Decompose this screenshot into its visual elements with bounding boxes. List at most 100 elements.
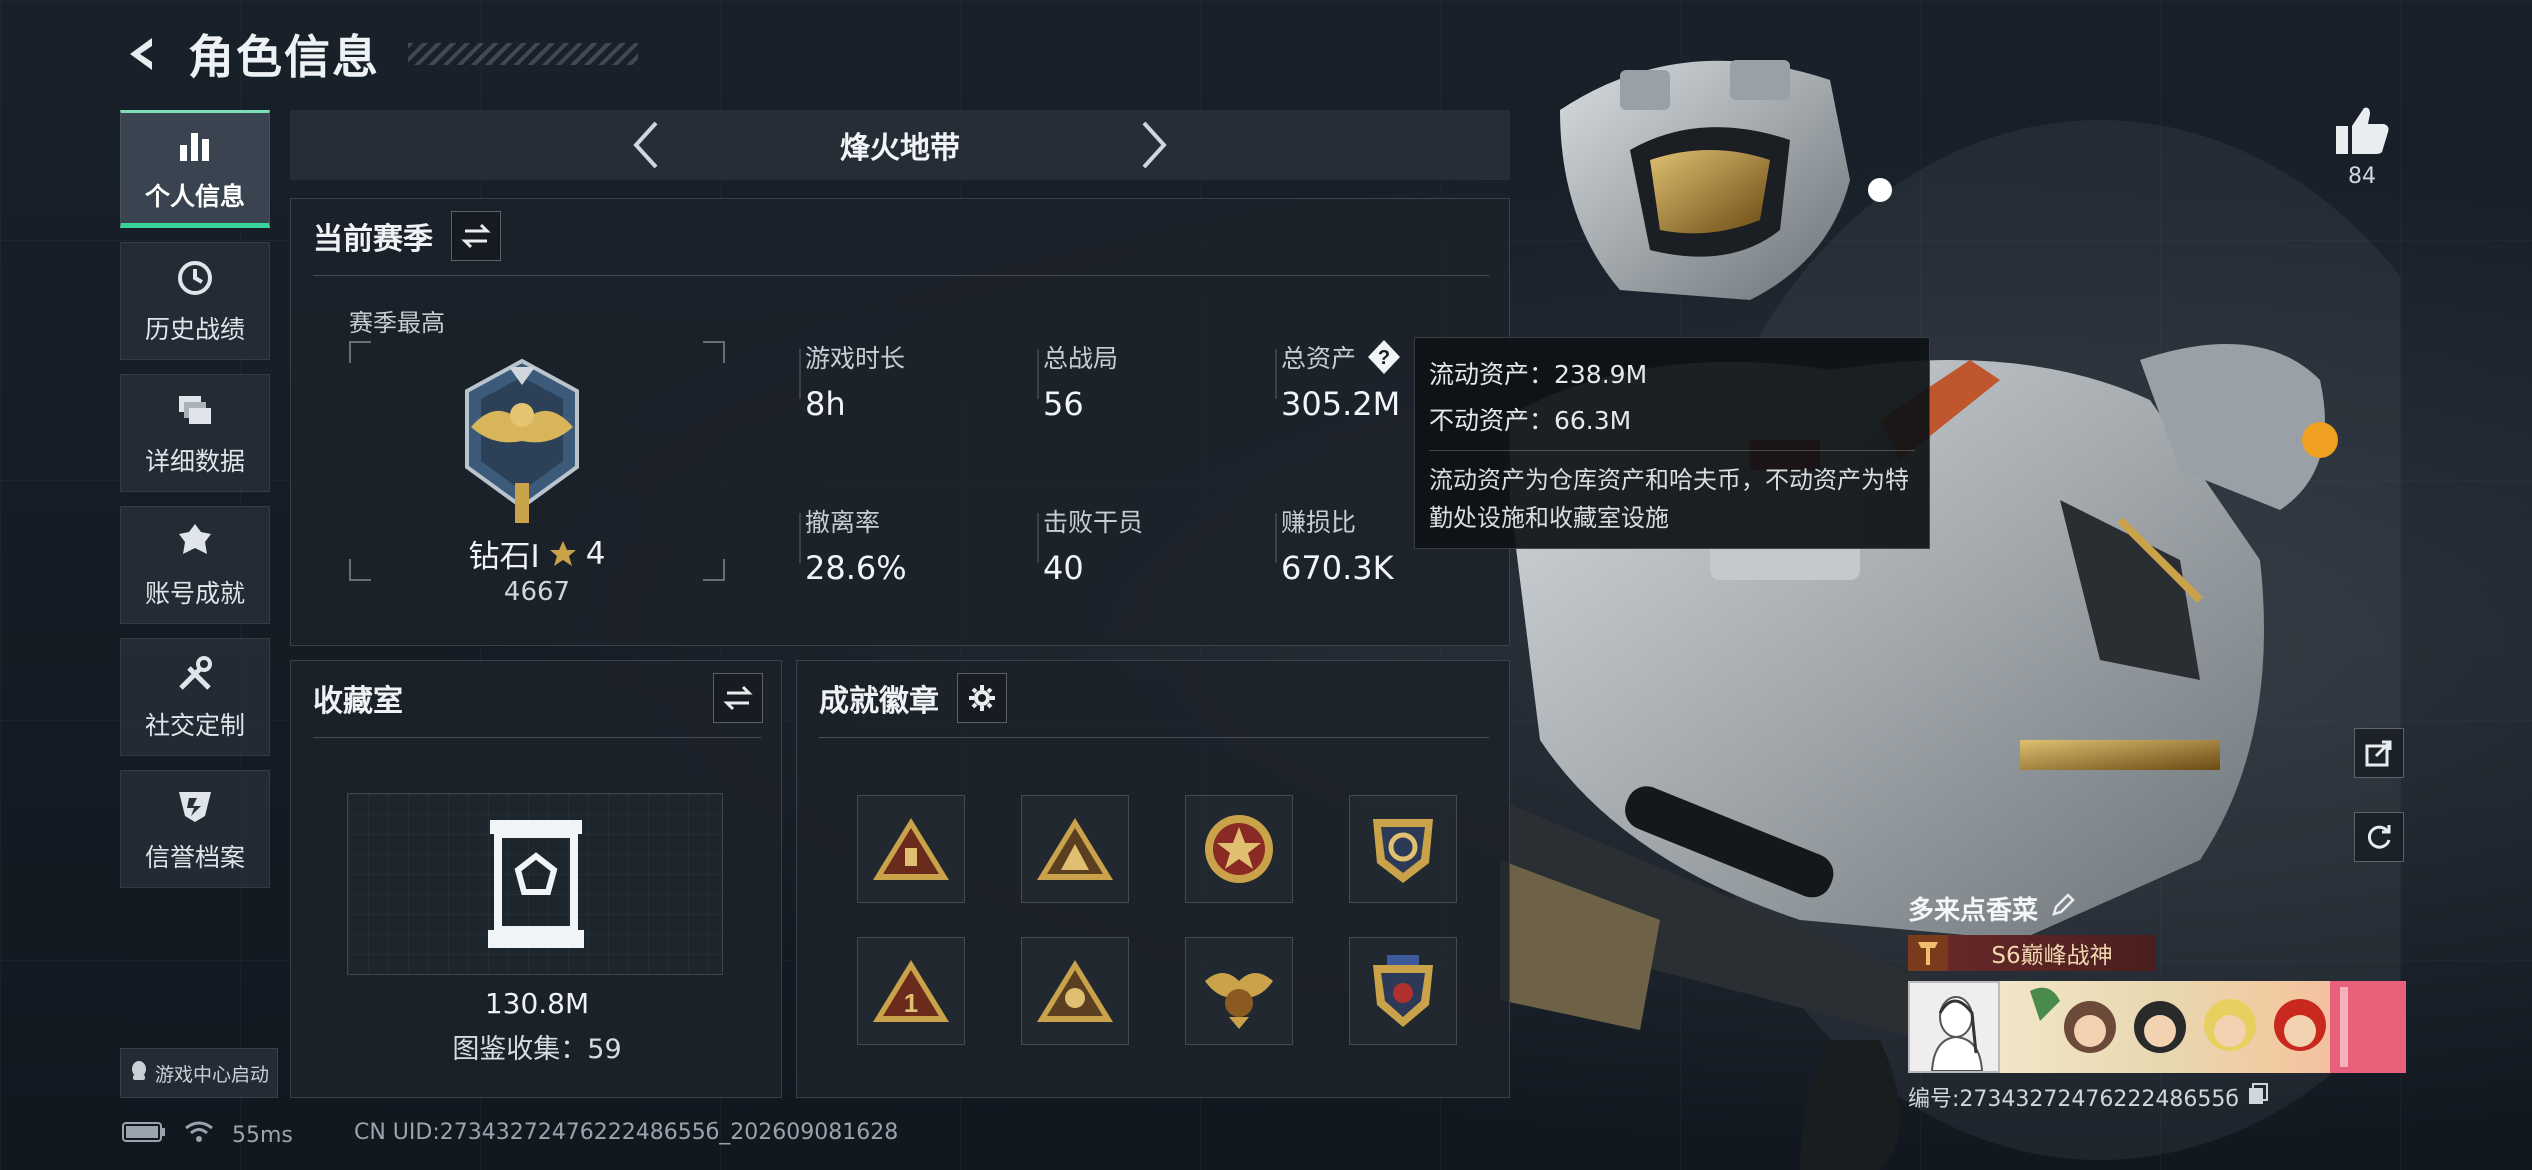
- display-case-icon: [488, 820, 584, 948]
- swap-icon: [723, 685, 753, 711]
- stat-play-time: 游戏时长 8h: [805, 339, 905, 423]
- collection-count: 图鉴收集：59: [452, 1034, 622, 1065]
- triangle-badge-icon: [1037, 960, 1113, 1022]
- stat-value: 28.6%: [805, 549, 907, 587]
- wifi-icon: [184, 1120, 214, 1150]
- triangle-badge-icon: [1037, 818, 1113, 880]
- player-card: 多来点香菜 S6巅峰战神 编号:2734327247622248655б: [1908, 890, 2406, 1113]
- rank-score: 4667: [503, 577, 571, 607]
- qq-icon: [129, 1060, 149, 1087]
- avatar: [1908, 981, 2000, 1073]
- shield-medal-icon: [1373, 955, 1433, 1027]
- sidebar-item-label: 信誉档案: [144, 843, 245, 872]
- mode-selector: 烽火地带: [290, 110, 1510, 180]
- achievement-badge[interactable]: [857, 795, 965, 903]
- sidebar-item-personal-info[interactable]: 个人信息: [120, 110, 270, 228]
- achievement-badge[interactable]: 1: [857, 937, 965, 1045]
- sidebar-item-label: 个人信息: [144, 182, 245, 211]
- tooltip-description: 流动资产为仓库资产和哈夫币，不动资产为特勤处设施和收藏室设施: [1429, 466, 1909, 532]
- round-medal-icon: [1205, 815, 1273, 883]
- collection-value: 130.8M: [484, 987, 590, 1020]
- sidebar-item-details[interactable]: 详细数据: [120, 374, 270, 492]
- sidebar-item-history[interactable]: 历史战绩: [120, 242, 270, 360]
- player-title-text: S6巅峰战神: [1991, 943, 2113, 969]
- sidebar-item-reputation[interactable]: 信誉档案: [120, 770, 270, 888]
- stat-label: 撤离率: [805, 508, 881, 537]
- season-best-label: 赛季最高: [349, 309, 445, 337]
- rank-emblem-icon: [465, 358, 579, 523]
- achievement-badge[interactable]: [1185, 937, 1293, 1045]
- stat-value: 40: [1043, 549, 1084, 587]
- title-decoration: [408, 43, 638, 65]
- eagle-medal-icon: [1205, 973, 1273, 1029]
- current-season-panel: 当前赛季 赛季最高 钻石I 4 4667 游戏时长 8h 总战局 56 总资产 …: [290, 198, 1510, 646]
- achievement-badge[interactable]: [1185, 795, 1293, 903]
- switch-season-button[interactable]: [451, 211, 501, 261]
- next-mode-button[interactable]: [1130, 117, 1180, 173]
- collection-panel: 收藏室 130.8M 图鉴收集：59: [290, 660, 782, 1098]
- svg-text:1: 1: [904, 988, 918, 1018]
- badge-settings-button[interactable]: [957, 673, 1007, 723]
- triangle-badge-icon: [873, 818, 949, 880]
- game-center-label: 游戏中心启动: [154, 1063, 269, 1086]
- swap-icon: [461, 223, 491, 249]
- edit-icon[interactable]: [2050, 892, 2076, 925]
- like-button[interactable]: 84: [2330, 104, 2394, 189]
- rank-stars: 4: [585, 535, 606, 572]
- stat-profit-loss-ratio: 赚损比 670.3K: [1281, 503, 1394, 587]
- mode-name: 烽火地带: [840, 131, 960, 166]
- help-icon[interactable]: ?: [1366, 339, 1402, 375]
- status-bar: 55ms: [122, 1120, 293, 1150]
- collection-title: 收藏室: [313, 684, 403, 719]
- shield-icon: [173, 784, 217, 828]
- stat-total-assets: 总资产 ? 305.2M: [1281, 339, 1402, 423]
- battery-icon: [122, 1121, 166, 1149]
- achievement-badge[interactable]: [1349, 937, 1457, 1045]
- achievement-badge[interactable]: [1349, 795, 1457, 903]
- player-banner[interactable]: [1908, 981, 2406, 1073]
- gear-icon: [969, 685, 995, 711]
- collection-room-preview[interactable]: [347, 793, 723, 975]
- season-title: 当前赛季: [313, 222, 433, 257]
- refresh-button[interactable]: [2354, 812, 2404, 862]
- uid-text: CN UID:2734327247622248655б_202609081628: [354, 1120, 899, 1145]
- player-name: 多来点香菜: [1908, 896, 2039, 926]
- switch-collection-button[interactable]: [713, 673, 763, 723]
- triangle-badge-icon: 1: [873, 960, 949, 1022]
- stat-value: 56: [1043, 385, 1084, 423]
- page-title: 角色信息: [188, 30, 380, 84]
- ping-value: 55ms: [232, 1122, 293, 1148]
- refresh-icon: [2367, 825, 2391, 849]
- game-center-launch-button[interactable]: 游戏中心启动: [120, 1048, 278, 1098]
- stat-value: 8h: [805, 385, 846, 423]
- stat-value: 305.2M: [1281, 385, 1401, 423]
- sidebar-item-achievements[interactable]: 账号成就: [120, 506, 270, 624]
- svg-text:?: ?: [1378, 347, 1390, 369]
- title-badge-icon: [1908, 935, 1948, 971]
- stat-label: 击败干员: [1043, 508, 1144, 537]
- stack-icon: [173, 388, 217, 432]
- star-icon: [549, 540, 576, 566]
- sidebar-item-label: 详细数据: [144, 447, 245, 476]
- copy-icon[interactable]: [2247, 1082, 2269, 1112]
- stat-total-matches: 总战局 56: [1043, 339, 1118, 423]
- sidebar: 个人信息 历史战绩 详细数据 账号成就 社交定制 信誉档案: [120, 110, 270, 902]
- player-id: 编号:2734327247622248655б: [1908, 1087, 2239, 1112]
- sidebar-item-label: 账号成就: [144, 579, 245, 608]
- achievement-badge[interactable]: [1021, 795, 1129, 903]
- player-title-tag[interactable]: S6巅峰战神: [1908, 935, 2156, 971]
- rank-name-row: 钻石I 4: [349, 531, 725, 576]
- achievement-badge[interactable]: [1021, 937, 1129, 1045]
- achievement-icon: [173, 520, 217, 564]
- stat-label: 赚损比: [1281, 508, 1357, 537]
- tools-icon: [173, 652, 217, 696]
- previous-mode-button[interactable]: [620, 117, 670, 173]
- back-arrow-icon[interactable]: [120, 32, 164, 76]
- like-count: 84: [2348, 164, 2376, 189]
- shield-medal-icon: [1373, 819, 1433, 883]
- sidebar-item-social[interactable]: 社交定制: [120, 638, 270, 756]
- thumbs-up-icon: [2336, 107, 2389, 154]
- sidebar-item-label: 历史战绩: [144, 315, 245, 344]
- share-button[interactable]: [2354, 728, 2404, 778]
- tooltip-fixed-assets: 不动资产：66.3M: [1429, 406, 1632, 435]
